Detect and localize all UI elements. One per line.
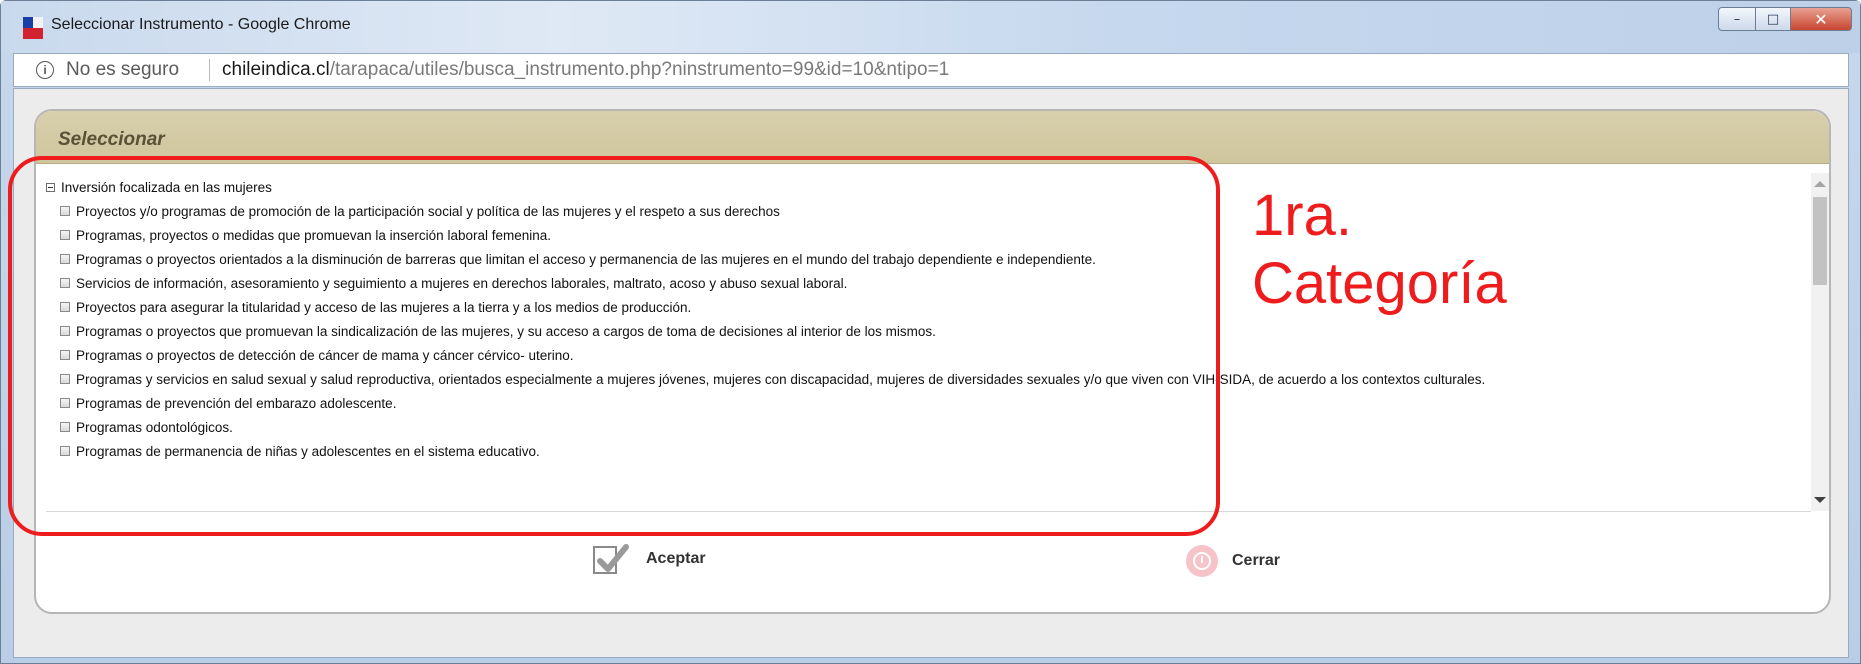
close-window-button[interactable]: ✕ <box>1790 7 1852 31</box>
tree-item-label: Programas o proyectos de detección de cá… <box>76 347 574 363</box>
chile-flag-icon <box>23 17 43 39</box>
address-bar[interactable]: i No es seguro chileindica.cl/tarapaca/u… <box>13 53 1849 87</box>
checkbox[interactable] <box>60 446 70 456</box>
tree-item-label: Programas odontológicos. <box>76 419 233 435</box>
close-label: Cerrar <box>1232 552 1281 569</box>
maximize-icon: □ <box>1766 11 1780 27</box>
scroll-down-arrow-icon[interactable] <box>1814 497 1826 503</box>
checkmark-document-icon <box>593 544 629 574</box>
minimize-icon: – <box>1733 11 1741 27</box>
accept-button[interactable]: Aceptar <box>592 539 706 579</box>
annotation-line-2: Categoría <box>1252 251 1507 316</box>
info-icon[interactable]: i <box>36 61 54 79</box>
checkbox[interactable] <box>60 278 70 288</box>
annotation-label: 1ra. Categoría <box>1252 182 1592 318</box>
tree-item-label: Programas o proyectos que promuevan la s… <box>76 323 936 339</box>
tree-item-label: Programas o proyectos orientados a la di… <box>76 251 1096 267</box>
vertical-scrollbar[interactable] <box>1811 173 1829 511</box>
tree-root-label: Inversión focalizada en las mujeres <box>61 179 272 195</box>
close-button[interactable]: Cerrar <box>1186 541 1280 581</box>
title-bar: Seleccionar Instrumento - Google Chrome … <box>1 1 1860 53</box>
tree-item[interactable]: Programas odontológicos. <box>60 417 233 437</box>
checkbox[interactable] <box>60 254 70 264</box>
minimize-button[interactable]: – <box>1718 7 1756 31</box>
tree-item-label: Servicios de información, asesoramiento … <box>76 275 848 291</box>
tree-item[interactable]: Programas de prevención del embarazo ado… <box>60 393 396 413</box>
tree-item[interactable]: Programas, proyectos o medidas que promu… <box>60 225 551 245</box>
window-title: Seleccionar Instrumento - Google Chrome <box>51 16 351 33</box>
tree-item[interactable]: Servicios de información, asesoramiento … <box>60 273 847 293</box>
tree-item[interactable]: Programas y servicios en salud sexual y … <box>60 369 1485 389</box>
panel-title: Seleccionar <box>58 129 165 150</box>
checkbox[interactable] <box>60 302 70 312</box>
maximize-button[interactable]: □ <box>1755 7 1791 31</box>
tree-item[interactable]: Programas de permanencia de niñas y adol… <box>60 441 540 461</box>
scroll-thumb[interactable] <box>1813 197 1827 285</box>
close-icon: ✕ <box>1814 9 1828 29</box>
checkbox[interactable] <box>60 350 70 360</box>
checkbox[interactable] <box>60 206 70 216</box>
tree-item-label: Proyectos para asegurar la titularidad y… <box>76 299 692 315</box>
annotation-line-1: 1ra. <box>1252 183 1352 248</box>
collapse-icon[interactable] <box>46 182 55 192</box>
tree-item-label: Programas de prevención del embarazo ado… <box>76 395 397 411</box>
tree-item-label: Programas, proyectos o medidas que promu… <box>76 227 552 243</box>
tree-item[interactable]: Proyectos para asegurar la titularidad y… <box>60 297 691 317</box>
browser-window: Seleccionar Instrumento - Google Chrome … <box>0 0 1861 664</box>
checkbox[interactable] <box>60 398 70 408</box>
url-path: /tarapaca/utiles/busca_instrumento.php?n… <box>329 59 950 80</box>
tree-root[interactable]: Inversión focalizada en las mujeres <box>46 177 272 197</box>
url-host: chileindica.cl <box>222 59 330 80</box>
checkbox[interactable] <box>60 326 70 336</box>
stop-icon <box>1186 545 1218 577</box>
tree-item-label: Programas de permanencia de niñas y adol… <box>76 443 540 459</box>
checkbox[interactable] <box>60 374 70 384</box>
checkbox[interactable] <box>60 422 70 432</box>
tree-item[interactable]: Programas o proyectos orientados a la di… <box>60 249 1096 269</box>
scroll-up-arrow-icon[interactable] <box>1814 181 1826 187</box>
security-label[interactable]: No es seguro <box>66 59 179 81</box>
tree-item[interactable]: Programas o proyectos que promuevan la s… <box>60 321 936 341</box>
tree-item-label: Proyectos y/o programas de promoción de … <box>76 203 780 219</box>
accept-label: Aceptar <box>646 550 706 567</box>
tree-item-label: Programas y servicios en salud sexual y … <box>76 371 1486 387</box>
address-separator <box>209 59 210 81</box>
checkbox[interactable] <box>60 230 70 240</box>
panel-header: Seleccionar <box>36 111 1829 164</box>
tree-item[interactable]: Programas o proyectos de detección de cá… <box>60 345 574 365</box>
tree-item[interactable]: Proyectos y/o programas de promoción de … <box>60 201 780 221</box>
url-text[interactable]: chileindica.cl/tarapaca/utiles/busca_ins… <box>222 59 949 81</box>
page-content: Seleccionar Inversión focalizada en las … <box>13 88 1849 658</box>
